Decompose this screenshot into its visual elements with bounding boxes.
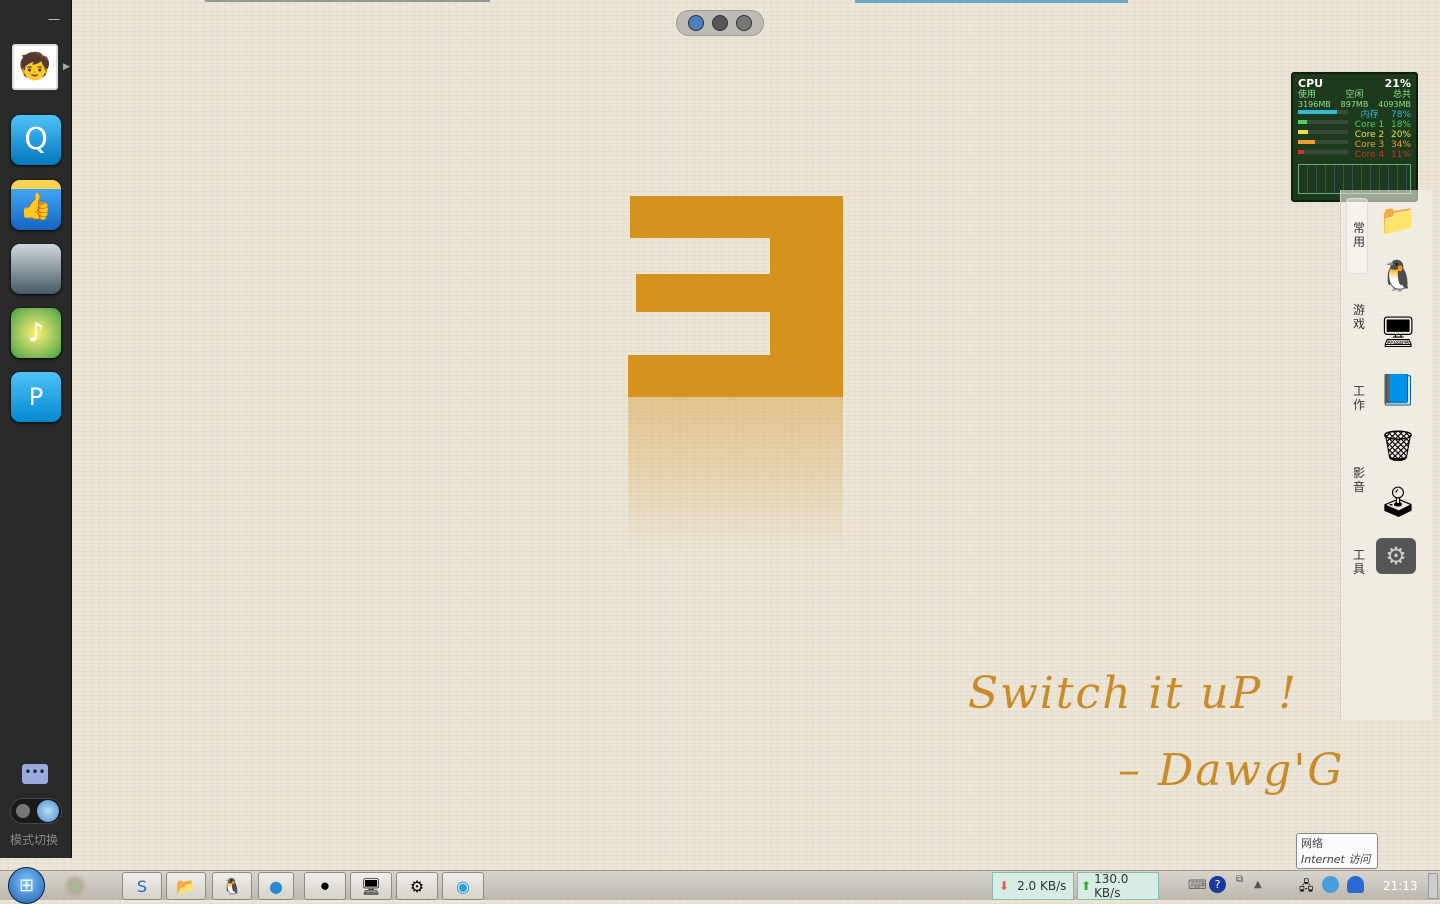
usage-bar <box>1298 150 1348 154</box>
row-label: Core 1 <box>1354 120 1385 130</box>
usage-bar <box>1298 130 1348 134</box>
cpu-title: CPU <box>1298 77 1324 90</box>
slogan-line2: – Dawg'G <box>1118 745 1345 796</box>
row-value: 18% <box>1390 120 1411 130</box>
clock[interactable]: 21:13 <box>1383 879 1418 893</box>
qq-search-icon[interactable]: Q <box>11 115 61 165</box>
left-sidebar: — 🧒 ▶ Q 👍 ♪ P ••• 模式切换 <box>0 0 72 858</box>
thumbs-up-icon[interactable]: 👍 <box>11 180 61 230</box>
row-label: 内存 <box>1360 110 1379 120</box>
expand-arrow-icon[interactable]: ▶ <box>63 62 70 72</box>
mode-switch-label: 模式切换 <box>10 833 59 847</box>
row-value: 20% <box>1390 130 1411 140</box>
folder-icon[interactable]: 📁 <box>1376 198 1420 242</box>
row-label: Core 3 <box>1354 140 1385 150</box>
network-icon[interactable]: 🖧 <box>1299 877 1314 899</box>
cpu-row: Core 4 11% <box>1298 150 1411 160</box>
taskbar-monitor[interactable]: 🖥 <box>350 872 392 900</box>
minimize-button[interactable]: — <box>48 12 60 26</box>
taskbar-qq[interactable]: 🐧 <box>212 872 252 900</box>
taskbar-chat[interactable]: ● <box>258 872 294 900</box>
show-hidden-icons[interactable]: ▲ <box>1254 879 1262 890</box>
qq-icon[interactable]: 🐧 <box>1376 254 1420 298</box>
download-value: 2.0 KB/s <box>1017 879 1067 893</box>
upload-value: 130.0 KB/s <box>1094 872 1129 900</box>
category-media[interactable]: 影音 <box>1352 466 1366 494</box>
messenger-icon[interactable] <box>1322 876 1339 893</box>
taskbar: ⊞ S 📂 🐧 ● ⚫ 🖥 ⚙ ◉ ⬇ 2.0 KB/s ⬆ 130.0 KB/s … <box>0 867 1440 904</box>
cpu-total: 21% <box>1384 77 1411 90</box>
mode-toggle[interactable] <box>10 798 62 824</box>
tooltip-title: 网络 <box>1301 837 1323 850</box>
transmit-icon[interactable]: 🕹 <box>1376 480 1420 524</box>
up-arrow-icon: ⬆ <box>1081 879 1092 893</box>
tooltip-subtitle: Internet 访问 <box>1301 853 1371 866</box>
cpu-row: Core 2 20% <box>1298 130 1411 140</box>
messenger2-icon[interactable] <box>1347 876 1364 893</box>
computer-icon[interactable]: 🖥 <box>1376 310 1420 354</box>
qq-penguin-icon <box>16 804 30 818</box>
avatar[interactable]: 🧒 <box>12 44 58 90</box>
anime-avatar-icon[interactable] <box>11 244 61 294</box>
category-common[interactable]: 常用 <box>1352 221 1366 249</box>
taskbar-app[interactable]: ⚙ <box>396 872 438 900</box>
cpu-row: 内存 78% <box>1298 110 1411 120</box>
keyboard-icon[interactable]: ⌨ <box>1188 878 1207 893</box>
window-edge <box>855 0 1128 3</box>
value: 4093MB <box>1378 100 1411 109</box>
row-value: 11% <box>1390 150 1411 160</box>
slogan-line1: Switch it uP ! <box>968 668 1298 719</box>
help-icon[interactable]: ? <box>1209 876 1226 893</box>
blurred-app-icon[interactable] <box>66 877 84 895</box>
label: 空闲 <box>1345 90 1364 100</box>
down-arrow-icon: ⬇ <box>999 879 1010 893</box>
start-button[interactable]: ⊞ <box>8 867 45 904</box>
page-dots <box>676 10 764 36</box>
upload-speed: ⬆ 130.0 KB/s <box>1077 872 1159 900</box>
taskbar-explorer[interactable]: 📂 <box>166 872 206 900</box>
category-tools[interactable]: 工具 <box>1352 548 1366 576</box>
qq-map-icon[interactable]: P <box>11 372 61 422</box>
page-dot[interactable] <box>712 15 728 31</box>
category-games[interactable]: 游戏 <box>1352 303 1366 331</box>
show-desktop-button[interactable] <box>1428 873 1438 899</box>
value: 897MB <box>1340 100 1369 109</box>
network-tooltip: 网络 Internet 访问 <box>1296 833 1378 869</box>
category-work[interactable]: 工作 <box>1352 384 1366 412</box>
page-dot[interactable] <box>736 15 752 31</box>
taskbar-blackberry[interactable]: ⚫ <box>304 872 346 900</box>
chat-icon[interactable]: ••• <box>22 764 48 784</box>
music-icon[interactable]: ♪ <box>11 308 61 358</box>
taskbar-k-app[interactable]: ◉ <box>442 872 484 900</box>
windows-icon <box>37 800 59 822</box>
restore-icon[interactable]: ⧉ <box>1236 874 1243 885</box>
value: 3196MB <box>1298 100 1331 109</box>
row-value: 34% <box>1390 140 1411 150</box>
cpu-row: Core 1 18% <box>1298 120 1411 130</box>
documents-icon[interactable]: 📘 <box>1376 368 1420 412</box>
window-edge <box>205 0 490 2</box>
usage-bar <box>1298 110 1348 114</box>
recycle-bin-icon[interactable]: 🗑 <box>1376 424 1420 468</box>
cpu-widget[interactable]: CPU 21% 使用 空闲 总共 3196MB 897MB 4093MB 内存 78% Cor… <box>1291 72 1418 202</box>
system-preferences-icon[interactable]: ⚙ <box>1376 538 1416 574</box>
cpu-row: Core 3 34% <box>1298 140 1411 150</box>
label: 使用 <box>1298 90 1317 100</box>
usage-bar <box>1298 120 1348 124</box>
download-speed: ⬇ 2.0 KB/s <box>992 872 1074 900</box>
row-value: 78% <box>1390 110 1411 120</box>
row-label: Core 2 <box>1354 130 1385 140</box>
usage-bar <box>1298 140 1348 144</box>
page-dot-active[interactable] <box>688 15 704 31</box>
label: 总共 <box>1392 90 1411 100</box>
row-label: Core 4 <box>1354 150 1385 160</box>
taskbar-sogou[interactable]: S <box>122 872 162 900</box>
